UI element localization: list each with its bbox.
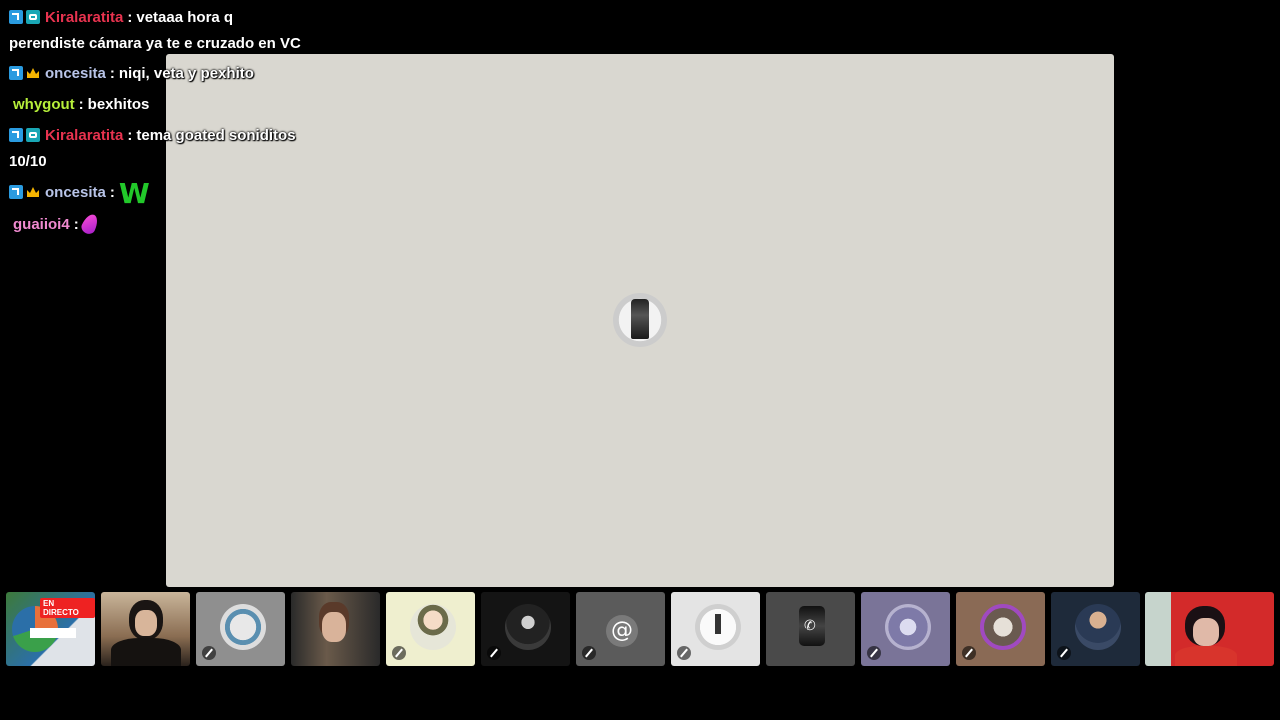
game-badge-icon [26, 128, 40, 142]
chat-username: oncesita [45, 184, 106, 201]
participant-tile-screen-share[interactable]: EN DIRECTO [6, 592, 95, 666]
phone-avatar: ✆ [799, 606, 825, 646]
chat-text: niqi, veta y pexhito [118, 65, 254, 82]
phone-icon: ✆ [804, 618, 816, 634]
person-face [135, 610, 157, 636]
chat-separator: : [127, 9, 133, 26]
chat-message-continuation: 10/10 [9, 152, 47, 172]
participant-tile-avatar-phone[interactable]: ✆ [766, 592, 855, 666]
mic-muted-icon [867, 646, 881, 660]
crown-badge-icon [26, 66, 40, 80]
chat-separator: : [109, 184, 115, 201]
chat-message: Kiralaratita: tema goated soniditos [9, 126, 296, 146]
person-body [1175, 646, 1237, 666]
main-stage[interactable] [166, 54, 1114, 587]
chat-message: guaiioi4: [13, 211, 101, 237]
chat-message: oncesita: W [9, 180, 150, 208]
mic-muted-icon [582, 646, 596, 660]
participant-tile-avatar-frame[interactable] [956, 592, 1045, 666]
participant-tile-avatar-at[interactable]: @ [576, 592, 665, 666]
chat-separator: : [127, 127, 133, 144]
chat-text: bexhitos [87, 96, 150, 113]
chat-username: guaiioi4 [13, 216, 70, 233]
participant-tile-avatar-dark[interactable] [481, 592, 570, 666]
chat-message-continuation: perendiste cámara ya te e cruzado en VC [9, 34, 301, 54]
participant-tile-avatar-angel[interactable] [861, 592, 950, 666]
mic-muted-icon [1057, 646, 1071, 660]
mic-muted-icon [677, 646, 691, 660]
officer-avatar [410, 604, 456, 650]
walker-figure [715, 614, 721, 634]
chat-separator: : [78, 96, 84, 113]
at-icon: @ [606, 615, 638, 647]
chat-message: whygout: bexhitos [13, 95, 149, 115]
participant-tile-avatar-monitor[interactable] [196, 592, 285, 666]
arrow-badge-icon [9, 128, 23, 142]
feather-emote-icon [79, 211, 101, 237]
chat-text: vetaaa hora q [136, 9, 234, 26]
live-badge: EN DIRECTO [40, 598, 95, 618]
participant-tile-webcam-4[interactable] [1145, 592, 1274, 666]
chat-text: tema goated soniditos [136, 127, 296, 144]
dialog-preview [30, 628, 76, 638]
person-avatar [1075, 604, 1121, 650]
chat-message: oncesita: niqi, veta y pexhito [9, 64, 254, 84]
person-face [322, 612, 346, 642]
person-body [111, 638, 181, 666]
chat-username: oncesita [45, 65, 106, 82]
chat-text: perendiste cámara ya te e cruzado en VC [9, 35, 301, 52]
framed-avatar [980, 604, 1026, 650]
game-badge-icon [26, 10, 40, 24]
person-face [1193, 618, 1219, 646]
statue-avatar [613, 293, 667, 347]
chat-username: Kiralaratita [45, 127, 124, 144]
chat-message: Kiralaratita: vetaaa hora q [9, 8, 233, 28]
participant-tile-webcam-2[interactable] [291, 592, 380, 666]
chat-separator: : [73, 216, 79, 233]
chat-separator: : [109, 65, 115, 82]
mic-muted-icon [392, 646, 406, 660]
angel-avatar [885, 604, 931, 650]
chat-username: whygout [13, 96, 75, 113]
chat-text: 10/10 [9, 153, 47, 170]
participant-tile-webcam-1[interactable] [101, 592, 190, 666]
w-emote: W [118, 177, 150, 210]
participant-tile-webcam-3[interactable] [1051, 592, 1140, 666]
arrow-badge-icon [9, 66, 23, 80]
participant-tile-avatar-walker[interactable] [671, 592, 760, 666]
mic-muted-icon [962, 646, 976, 660]
chat-username: Kiralaratita [45, 9, 124, 26]
mic-muted-icon [487, 646, 501, 660]
mic-muted-icon [202, 646, 216, 660]
participant-tile-avatar-officer[interactable] [386, 592, 475, 666]
arrow-badge-icon [9, 10, 23, 24]
dark-avatar [505, 604, 551, 650]
monitor-avatar [220, 604, 266, 650]
crown-badge-icon [26, 185, 40, 199]
arrow-badge-icon [9, 185, 23, 199]
